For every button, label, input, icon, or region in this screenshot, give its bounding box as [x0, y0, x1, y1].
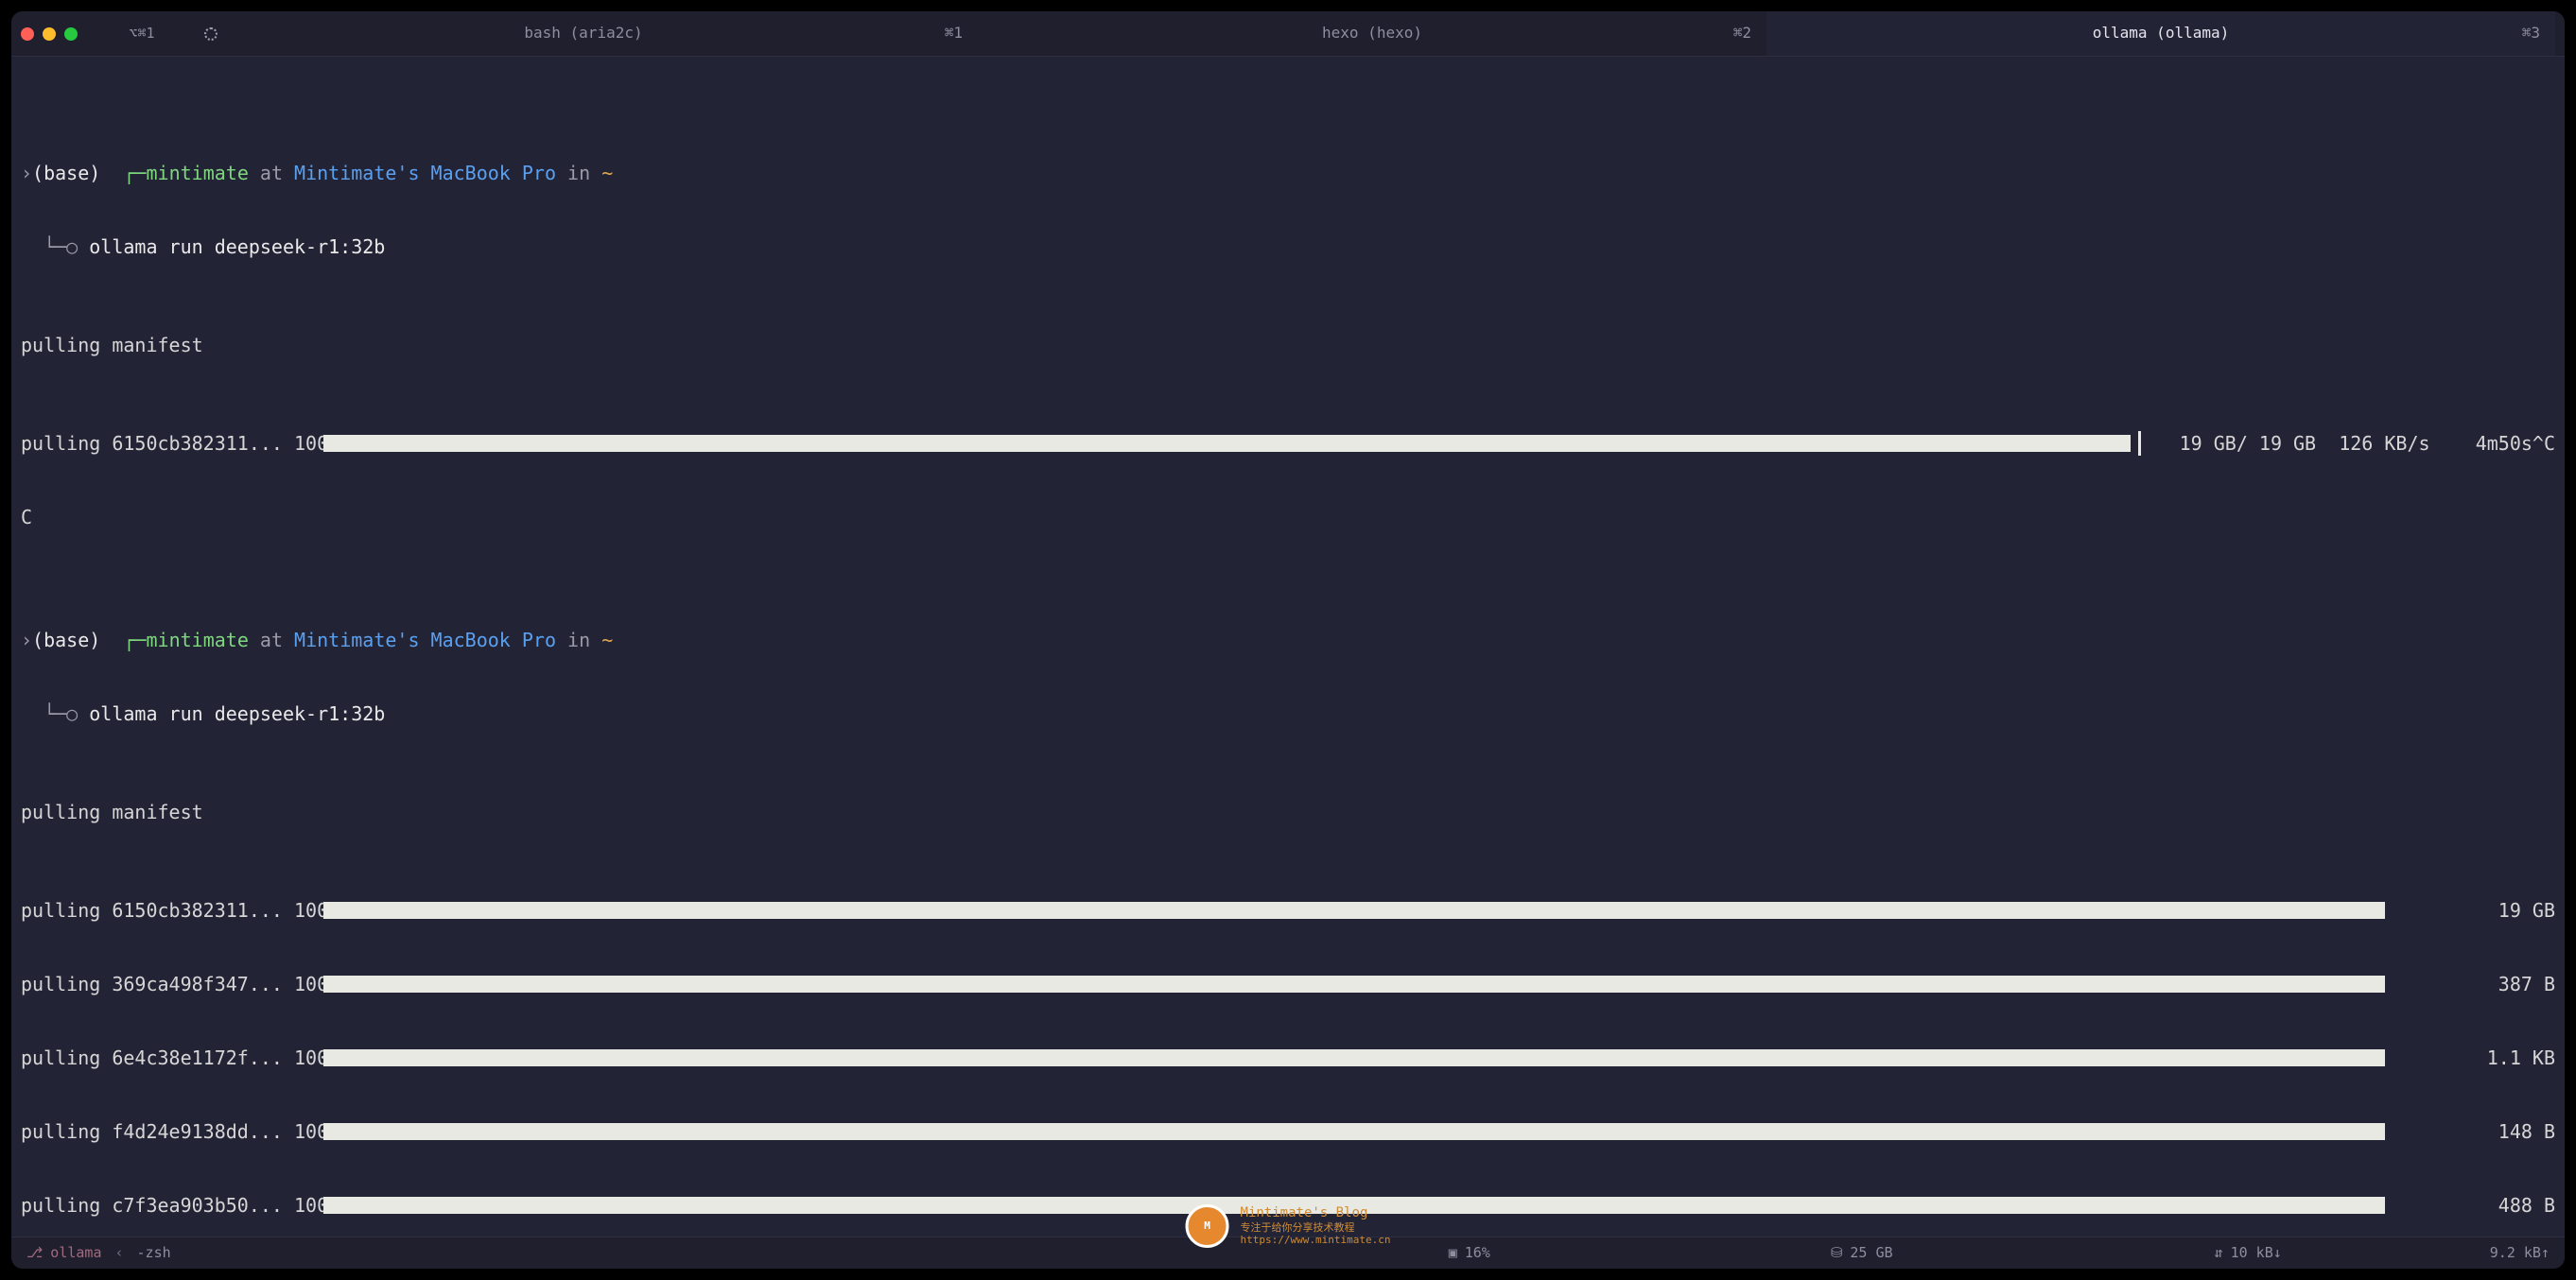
status-cpu-value: 16% — [1465, 1244, 1490, 1263]
progress-label: pulling 6150cb382311... 100% — [21, 898, 314, 923]
progress-bar — [323, 902, 2385, 919]
progress-bar — [323, 1123, 2385, 1140]
separator-icon: ‹ — [114, 1244, 123, 1263]
tab-shortcut: ⌘1 — [945, 24, 963, 43]
progress-label: pulling 369ca498f347... 100% — [21, 972, 314, 996]
status-bar: ⎇ ollama ‹ -zsh ▣ 16% ⛁ 25 GB ⇵ 10 kB↓ 9… — [11, 1237, 2565, 1269]
progress-label: pulling f4d24e9138dd... 100% — [21, 1119, 314, 1144]
progress-row: pulling 6e4c38e1172f... 100% 1.1 KB — [21, 1046, 2555, 1070]
progress-size: 387 B — [2394, 972, 2555, 996]
prompt-in: in — [567, 629, 590, 651]
progress-bar — [323, 976, 2385, 993]
zoom-icon[interactable] — [64, 27, 78, 41]
progress-label: pulling 6150cb382311... 100% — [21, 431, 314, 456]
status-net-down: ⇵ 10 kB↓ — [2215, 1244, 2282, 1263]
prompt-host: Mintimate's MacBook Pro — [294, 162, 556, 184]
status-net-up-value: 9.2 kB↑ — [2490, 1244, 2550, 1263]
progress-row: pulling f4d24e9138dd... 100% 148 B — [21, 1119, 2555, 1144]
progress-row: pulling 6150cb382311... 100% 19 GB/ 19 G… — [21, 431, 2555, 456]
pane-shortcut-label: ⌥⌘1 — [129, 25, 154, 43]
prompt-user: mintimate — [146, 629, 248, 651]
status-net-down-value: 10 kB↓ — [2231, 1244, 2282, 1263]
network-icon: ⇵ — [2215, 1244, 2223, 1263]
tab-bash[interactable]: bash (aria2c) ⌘1 — [189, 11, 978, 56]
prompt-user: mintimate — [146, 162, 248, 184]
command-text: ollama run deepseek-r1:32b — [89, 235, 385, 258]
prompt-line: ›(base) ┌─mintimate at Mintimate's MacBo… — [21, 628, 2555, 652]
tab-ollama[interactable]: ollama (ollama) ⌘3 — [1767, 11, 2555, 56]
command-text: ollama run deepseek-r1:32b — [89, 702, 385, 725]
status-disk: ⛁ 25 GB — [1831, 1244, 1893, 1263]
progress-size: 488 B — [2394, 1193, 2555, 1218]
progress-row: pulling c7f3ea903b50... 100% 488 B — [21, 1193, 2555, 1218]
disk-icon: ⛁ — [1831, 1244, 1843, 1263]
branch-icon: ⎇ — [26, 1244, 43, 1263]
tab-hexo[interactable]: hexo (hexo) ⌘2 — [978, 11, 1767, 56]
progress-size: 19 GB — [2394, 898, 2555, 923]
output-line: pulling manifest — [21, 800, 2555, 824]
spinner-icon — [204, 27, 218, 41]
progress-label: pulling 6e4c38e1172f... 100% — [21, 1046, 314, 1070]
prompt-marker: › — [21, 629, 32, 651]
prompt-at: at — [260, 629, 283, 651]
tab-bar: bash (aria2c) ⌘1 hexo (hexo) ⌘2 ollama (… — [189, 11, 2555, 56]
status-shell: -zsh — [137, 1244, 171, 1263]
prompt-in: in — [567, 162, 590, 184]
output-line: C — [21, 505, 2555, 529]
status-process: ⎇ ollama ‹ -zsh — [26, 1244, 171, 1263]
progress-size: 1.1 KB — [2394, 1046, 2555, 1070]
terminal-window: ⌥⌘1 bash (aria2c) ⌘1 hexo (hexo) ⌘2 olla… — [11, 11, 2565, 1269]
cpu-icon: ▣ — [1449, 1244, 1457, 1263]
progress-size: 148 B — [2394, 1119, 2555, 1144]
titlebar: ⌥⌘1 bash (aria2c) ⌘1 hexo (hexo) ⌘2 olla… — [11, 11, 2565, 57]
prompt-cwd: ~ — [601, 162, 613, 184]
prompt-continuation: └─○ — [44, 702, 89, 725]
tab-label: bash (aria2c) — [524, 24, 642, 43]
prompt-cwd: ~ — [601, 629, 613, 651]
output-line: pulling manifest — [21, 333, 2555, 357]
prompt-marker: › — [21, 162, 32, 184]
prompt-line: ›(base) ┌─mintimate at Mintimate's MacBo… — [21, 161, 2555, 185]
tab-label: ollama (ollama) — [2093, 24, 2230, 43]
tab-shortcut: ⌘3 — [2522, 24, 2540, 43]
window-controls — [21, 27, 78, 41]
prompt-continuation: └─○ — [44, 235, 89, 258]
tab-label: hexo (hexo) — [1322, 24, 1422, 43]
command-line: └─○ ollama run deepseek-r1:32b — [21, 234, 2555, 259]
pane-shortcut: ⌥⌘1 — [95, 25, 189, 43]
close-icon[interactable] — [21, 27, 34, 41]
tab-shortcut: ⌘2 — [1733, 24, 1751, 43]
progress-stats: 19 GB/ 19 GB 126 KB/s 4m50s^C — [2177, 431, 2555, 456]
progress-bar — [323, 435, 2167, 452]
prompt-at: at — [260, 162, 283, 184]
terminal-viewport[interactable]: ›(base) ┌─mintimate at Mintimate's MacBo… — [11, 57, 2565, 1237]
command-line: └─○ ollama run deepseek-r1:32b — [21, 701, 2555, 726]
status-net-up: 9.2 kB↑ — [2490, 1244, 2550, 1263]
progress-bar — [323, 1197, 2385, 1214]
prompt-host: Mintimate's MacBook Pro — [294, 629, 556, 651]
progress-label: pulling c7f3ea903b50... 100% — [21, 1193, 314, 1218]
conda-env: (base) — [32, 162, 100, 184]
conda-env: (base) — [32, 629, 100, 651]
progress-row: pulling 6150cb382311... 100% 19 GB — [21, 898, 2555, 923]
progress-row: pulling 369ca498f347... 100% 387 B — [21, 972, 2555, 996]
minimize-icon[interactable] — [43, 27, 56, 41]
progress-bar — [323, 1049, 2385, 1066]
status-cpu: ▣ 16% — [1449, 1244, 1490, 1263]
status-disk-value: 25 GB — [1850, 1244, 1892, 1263]
status-process-name: ollama — [50, 1244, 101, 1263]
